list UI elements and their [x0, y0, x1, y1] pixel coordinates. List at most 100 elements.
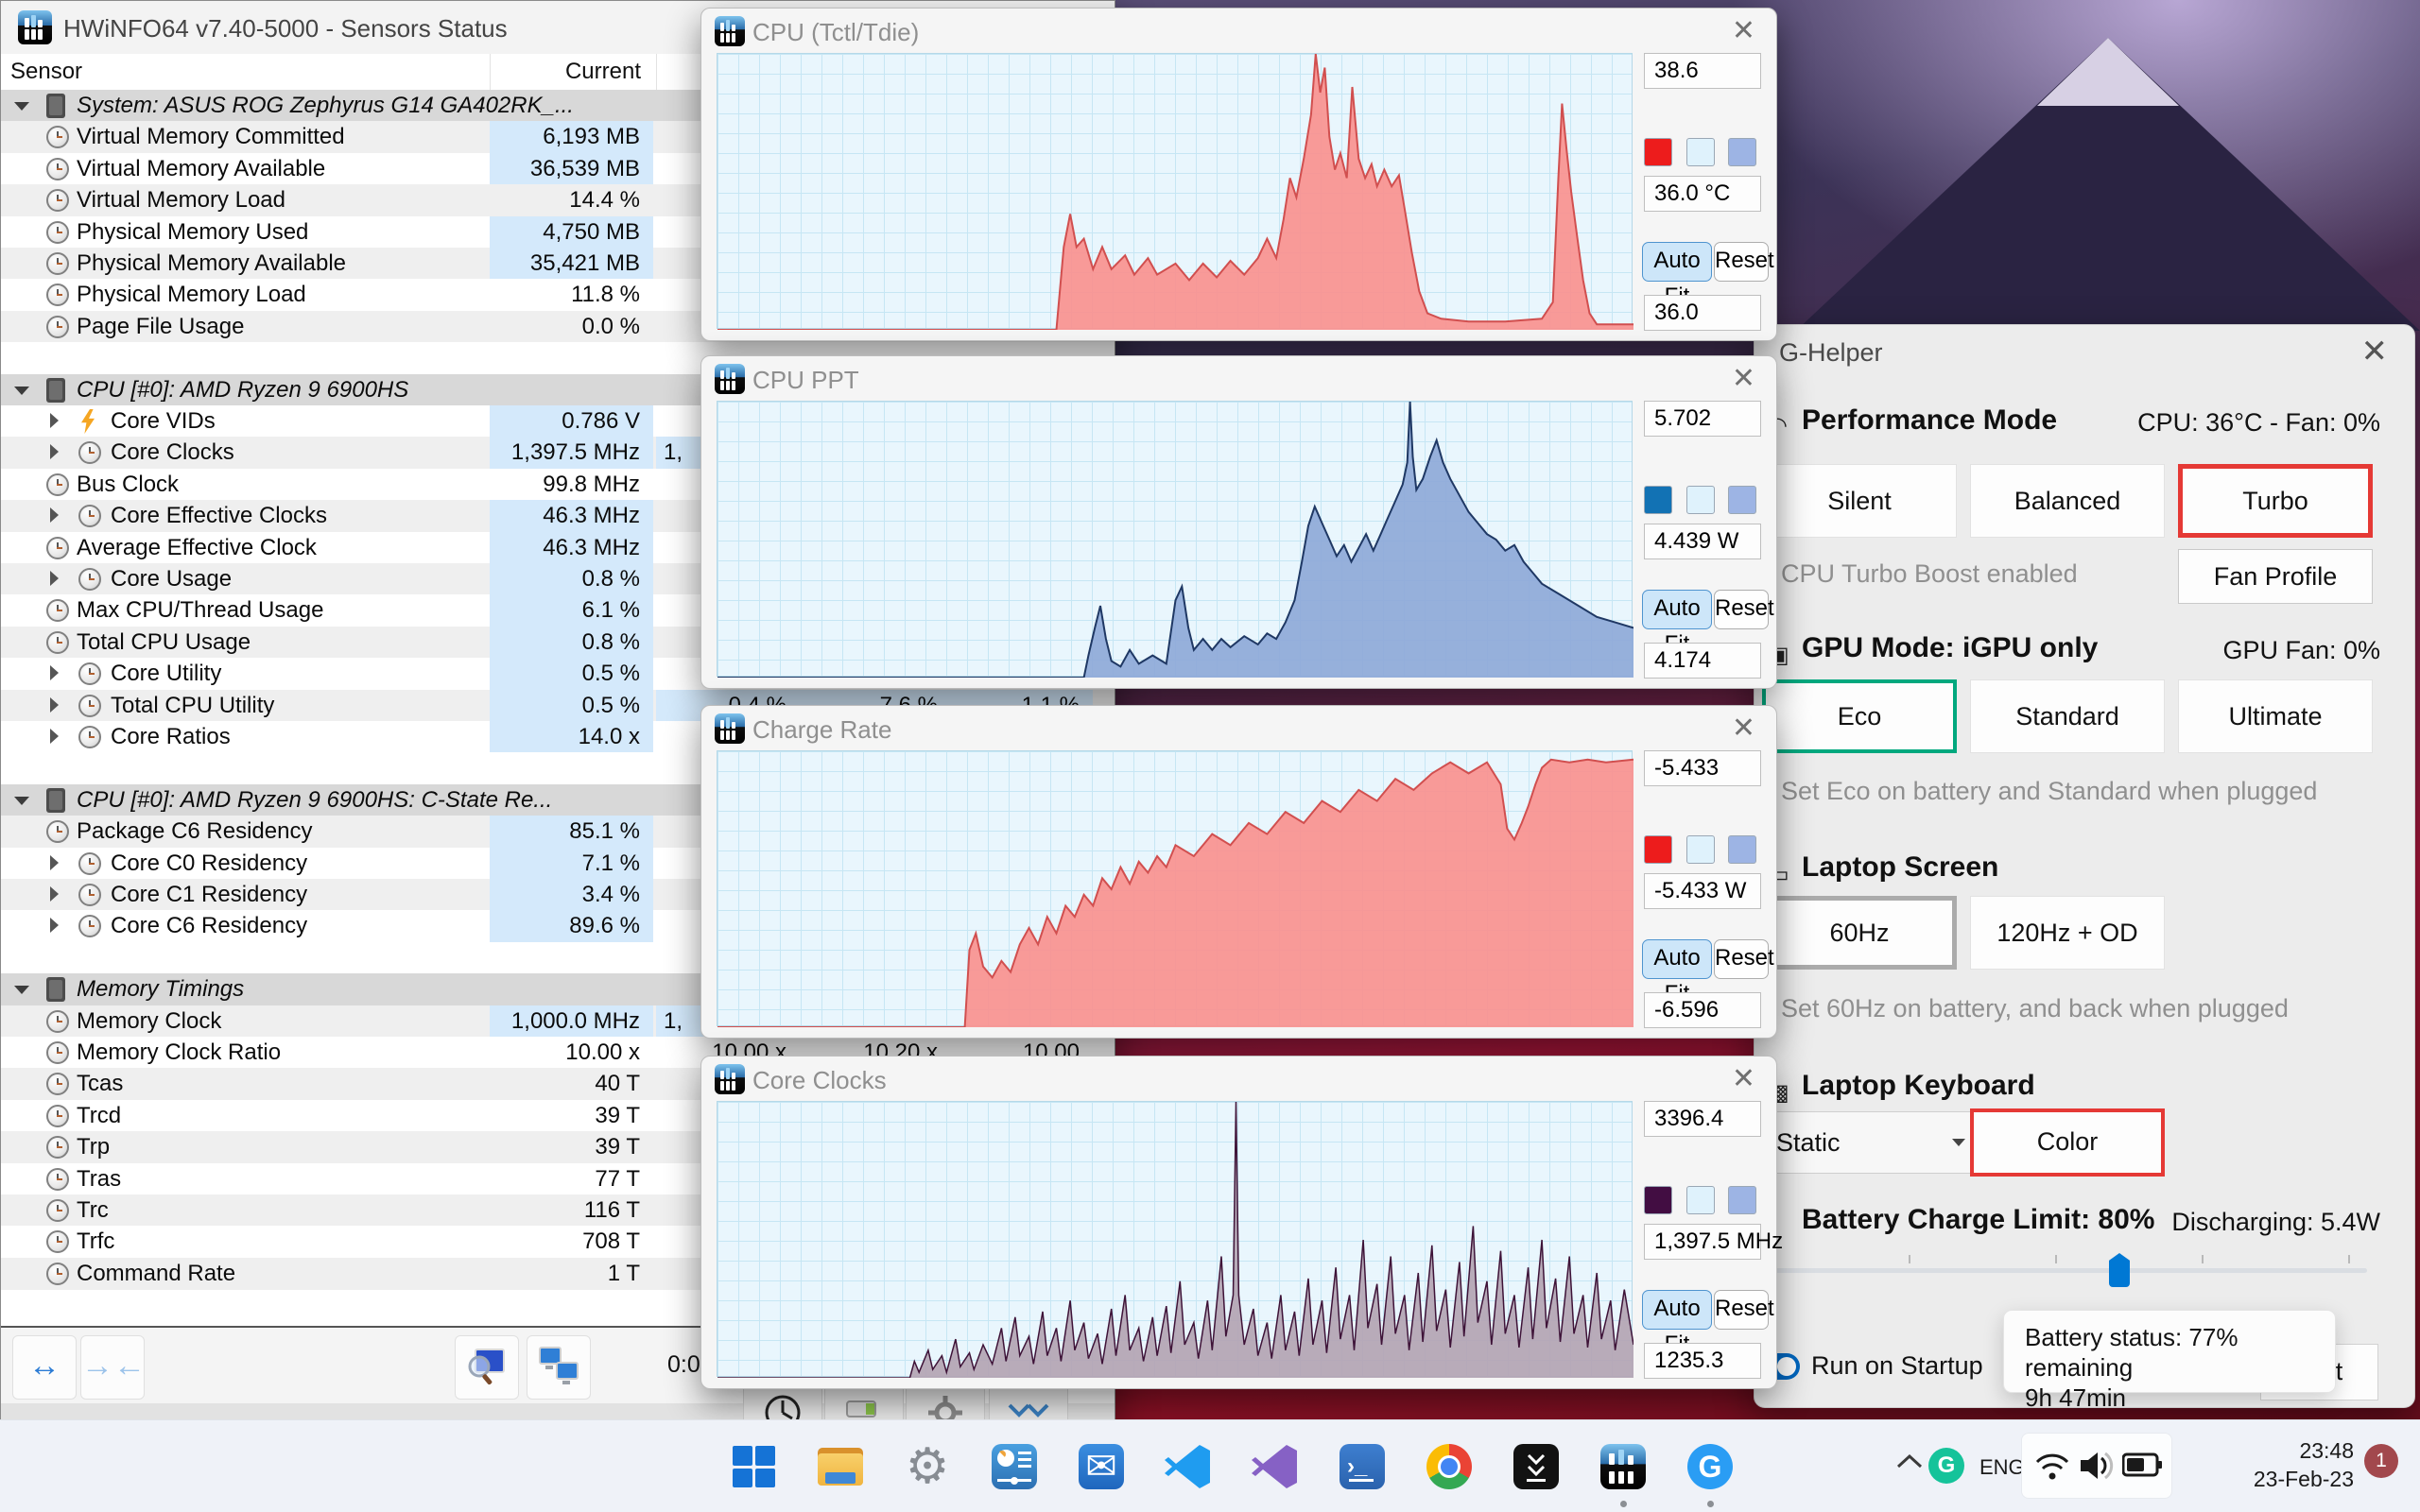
sensor-row[interactable]: Tcas 40 T [1, 1068, 1115, 1101]
sensor-row[interactable]: Core VIDs 0.786 V [1, 405, 1115, 438]
sensor-row[interactable]: Core C0 Residency 7.1 % [1, 847, 1115, 880]
screen-magnifier-button[interactable] [455, 1335, 519, 1400]
taskbar-icon-ghelper[interactable]: G [1684, 1440, 1737, 1493]
sensor-row[interactable]: Virtual Memory Load 14.4 % [1, 184, 1115, 217]
sensor-row[interactable]: Memory Clock 1,000.0 MHz 1, [1, 1005, 1115, 1038]
expand-columns-button[interactable]: ↔ [12, 1335, 77, 1400]
sensor-row[interactable]: Total CPU Usage 0.8 % [1, 626, 1115, 659]
screen-button-60hz[interactable]: 60Hz [1762, 896, 1957, 970]
taskbar-icon-vscode[interactable] [1162, 1440, 1215, 1493]
notification-badge[interactable]: 1 [2364, 1444, 2398, 1478]
sensor-row[interactable]: Core C6 Residency 89.6 % [1, 910, 1115, 943]
ghelper-close-button[interactable]: ✕ [2361, 333, 2389, 370]
sensor-label: Physical Memory Load [77, 282, 306, 308]
sensor-row[interactable]: Virtual Memory Available 36,539 MB [1, 152, 1115, 185]
sensor-row[interactable]: Physical Memory Used 4,750 MB [1, 215, 1115, 249]
chevron-expanded-icon[interactable] [14, 102, 29, 111]
taskbar-icon-chrome[interactable] [1423, 1440, 1476, 1493]
screen-button-120hz[interactable]: 120Hz + OD [1970, 896, 2165, 970]
sensor-row[interactable]: Trp 39 T [1, 1131, 1115, 1164]
sensor-row[interactable]: Total CPU Utility 0.5 % 0.4 % 7.6 % 1.1 % [1, 689, 1115, 722]
sensor-row[interactable]: Bus Clock 99.8 MHz [1, 468, 1115, 501]
sensor-row[interactable]: Core Clocks 1,397.5 MHz 1, [1, 437, 1115, 470]
ghelper-window-title: G-Helper [1779, 338, 1883, 367]
chevron-collapsed-icon[interactable] [50, 413, 59, 428]
clock-icon [46, 1199, 69, 1222]
taskbar-icon-dark-terminal[interactable] [1510, 1440, 1563, 1493]
chevron-collapsed-icon[interactable] [50, 886, 59, 902]
sensor-row[interactable]: Trcd 39 T [1, 1099, 1115, 1132]
discharge-status: Discharging: 5.4W [2171, 1208, 2380, 1236]
sensor-row[interactable]: Physical Memory Available 35,421 MB [1, 248, 1115, 280]
run-on-startup-toggle[interactable] [1756, 1353, 1800, 1380]
taskbar-icon-explorer[interactable] [814, 1440, 867, 1493]
sensor-row[interactable]: Package C6 Residency 85.1 % [1, 816, 1115, 849]
chevron-collapsed-icon[interactable] [50, 729, 59, 744]
sensor-row[interactable]: Core Ratios 14.0 x [1, 721, 1115, 753]
sensor-group-row[interactable]: CPU [#0]: AMD Ryzen 9 6900HS [1, 373, 1115, 406]
keyboard-mode-dropdown[interactable]: Static [1762, 1111, 1981, 1174]
perf-button-balanced[interactable]: Balanced [1970, 464, 2165, 538]
sensor-row[interactable]: Trc 116 T [1, 1194, 1115, 1227]
battery-limit-slider-track[interactable] [1762, 1255, 2367, 1273]
taskbar-icon-settings[interactable]: ⚙ [901, 1440, 954, 1493]
clock-icon [46, 536, 69, 559]
tray-clock[interactable]: 23:48 23-Feb-23 [2203, 1436, 2354, 1493]
sensor-row[interactable]: Virtual Memory Committed 6,193 MB [1, 121, 1115, 154]
taskbar-icon-mail[interactable]: ✉ [1075, 1440, 1128, 1493]
gpu-button-standard[interactable]: Standard [1970, 679, 2165, 753]
perf-button-turbo[interactable]: Turbo [2178, 464, 2373, 538]
sensor-row[interactable]: Trfc 708 T [1, 1226, 1115, 1259]
collapse-columns-button[interactable]: →← [80, 1335, 146, 1400]
chevron-collapsed-icon[interactable] [50, 507, 59, 524]
cpu-fan-status: CPU: 36°C - Fan: 0% [2137, 408, 2380, 437]
sensor-group-row[interactable]: System: ASUS ROG Zephyrus G14 GA402RK_..… [1, 90, 1115, 122]
hwinfo-window-title: HWiNFO64 v7.40-5000 - Sensors Status [63, 14, 508, 43]
taskbar-icon-hwinfo[interactable] [1597, 1440, 1650, 1493]
keyboard-color-button[interactable]: Color [1970, 1108, 2165, 1177]
chevron-collapsed-icon[interactable] [50, 854, 59, 870]
sensor-row[interactable]: Core C1 Residency 3.4 % [1, 879, 1115, 911]
tray-chevron-up-icon[interactable] [1894, 1452, 1927, 1474]
chevron-expanded-icon[interactable] [14, 986, 29, 995]
fan-profile-button[interactable]: Fan Profile [2178, 549, 2373, 604]
sensor-row[interactable]: Tras 77 T [1, 1162, 1115, 1195]
battery-limit-slider-handle[interactable] [2109, 1253, 2130, 1287]
sensor-row[interactable]: Core Utility 0.5 % [1, 658, 1115, 691]
grammarly-tray-icon[interactable]: G [1928, 1448, 1964, 1484]
sensor-group-row[interactable]: Memory Timings [1, 973, 1115, 1006]
chevron-expanded-icon[interactable] [14, 386, 29, 395]
sensor-row[interactable]: Core Effective Clocks 46.3 MHz [1, 500, 1115, 533]
sensor-row[interactable]: Physical Memory Load 11.8 % [1, 279, 1115, 312]
chevron-collapsed-icon[interactable] [50, 444, 59, 460]
tray-language[interactable]: ENG [1979, 1455, 2025, 1480]
chevron-collapsed-icon[interactable] [50, 665, 59, 681]
chevron-collapsed-icon[interactable] [50, 918, 59, 934]
taskbar-icon-start[interactable] [727, 1440, 780, 1493]
sensor-row[interactable]: Average Effective Clock 46.3 MHz [1, 531, 1115, 564]
sensor-row[interactable]: Max CPU/Thread Usage 6.1 % [1, 594, 1115, 627]
chip-icon [46, 377, 65, 403]
clock-icon [78, 915, 101, 938]
sensor-row[interactable]: Memory Clock Ratio 10.00 x 10.00 x 10.20 x 1… [1, 1037, 1115, 1069]
chevron-expanded-icon[interactable] [14, 796, 29, 805]
sensor-group-row[interactable]: CPU [#0]: AMD Ryzen 9 6900HS: C-State Re… [1, 783, 1115, 816]
column-current[interactable]: Current [490, 59, 641, 85]
taskbar-icon-powershell[interactable]: ›_ [1336, 1440, 1389, 1493]
taskbar-icon-system-monitor[interactable] [988, 1440, 1041, 1493]
sensor-row[interactable]: Command Rate 1 T [1, 1257, 1115, 1290]
remote-monitors-button[interactable] [527, 1335, 591, 1400]
sensor-current-value: 708 T [582, 1228, 640, 1255]
hwinfo-titlebar[interactable]: HWiNFO64 v7.40-5000 - Sensors Status [1, 1, 1115, 55]
hwinfo-column-header[interactable]: Sensor Current [1, 54, 1115, 91]
column-sensor[interactable]: Sensor [10, 59, 82, 85]
chevron-collapsed-icon[interactable] [50, 696, 59, 713]
sensor-row[interactable]: Core Usage 0.8 % [1, 563, 1115, 595]
sensor-row[interactable]: Page File Usage 0.0 % [1, 310, 1115, 343]
gpu-button-eco[interactable]: Eco [1762, 679, 1957, 753]
perf-button-silent[interactable]: Silent [1762, 464, 1957, 538]
tray-quick-settings[interactable] [2021, 1433, 2172, 1499]
taskbar-icon-vs-purple[interactable] [1249, 1440, 1302, 1493]
chevron-collapsed-icon[interactable] [50, 571, 59, 586]
gpu-button-ultimate[interactable]: Ultimate [2178, 679, 2373, 753]
